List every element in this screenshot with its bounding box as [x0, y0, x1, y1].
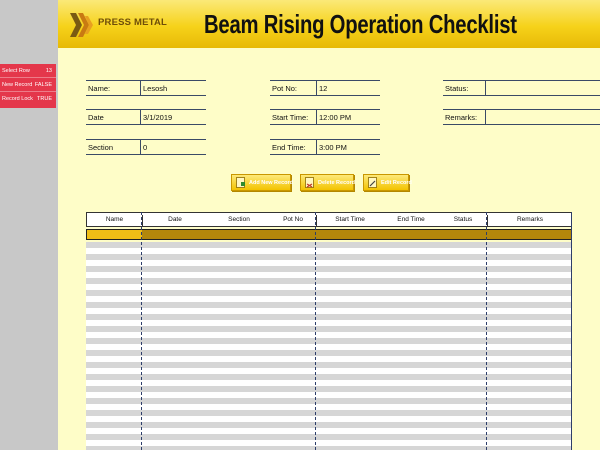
col-gridline — [141, 212, 142, 450]
new-record-value: FALSE — [34, 81, 52, 88]
records-table: Name Date Section Pot No Start Time End … — [86, 212, 600, 450]
delete-record-icon — [305, 177, 314, 188]
record-lock-indicator: Record Lock TRUE — [0, 92, 56, 106]
record-lock-value: TRUE — [37, 96, 52, 102]
delete-record-label: Delete Record — [318, 179, 355, 186]
record-status-panel: Select Row 13 New Record FALSE Record Lo… — [0, 64, 56, 108]
edit-record-button[interactable]: Edit Record — [363, 174, 412, 191]
select-row-value: 13 — [45, 67, 52, 74]
add-new-record-label: Add New Record — [249, 179, 294, 186]
col-gridline — [486, 212, 487, 450]
edit-record-label: Edit Record — [381, 179, 412, 186]
pot-no-field[interactable]: 12 — [317, 80, 380, 96]
col-header-status[interactable]: Status — [439, 213, 487, 226]
press-metal-logo-icon — [70, 13, 93, 37]
logo-text: PRESS METAL — [98, 17, 168, 28]
table-right-border — [571, 212, 572, 450]
col-header-section[interactable]: Section — [209, 213, 269, 226]
col-header-name[interactable]: Name — [87, 213, 142, 226]
col-header-start-time[interactable]: Start Time — [317, 213, 383, 226]
col-header-pot-no[interactable]: Pot No — [271, 213, 315, 226]
record-lock-label: Record Lock — [2, 96, 33, 102]
table-row[interactable] — [86, 446, 572, 450]
table-header: Name Date Section Pot No Start Time End … — [86, 212, 572, 227]
start-time-field[interactable]: 12:00 PM — [317, 109, 380, 125]
checklist-sheet: PRESS METAL Beam Rising Operation Checkl… — [58, 0, 600, 450]
status-field[interactable] — [486, 80, 600, 96]
select-row-label: Select Row — [2, 67, 30, 74]
selected-table-row[interactable] — [86, 229, 572, 240]
name-field[interactable]: Lesosh — [141, 80, 206, 96]
col-header-remarks[interactable]: Remarks — [488, 213, 572, 226]
add-new-record-button[interactable]: Add New Record — [231, 174, 294, 191]
delete-record-button[interactable]: Delete Record — [300, 174, 355, 191]
page-title: Beam Rising Operation Checklist — [204, 9, 517, 39]
end-time-field[interactable]: 3:00 PM — [317, 139, 380, 155]
section-field[interactable]: 0 — [141, 139, 206, 155]
new-record-label: New Record — [2, 81, 33, 88]
selected-row-name-cell[interactable] — [87, 230, 142, 239]
select-row-indicator: Select Row 13 — [0, 64, 56, 78]
edit-record-icon — [368, 177, 377, 188]
header-banner: PRESS METAL Beam Rising Operation Checkl… — [58, 0, 600, 48]
col-header-end-time[interactable]: End Time — [383, 213, 439, 226]
col-header-date[interactable]: Date — [143, 213, 207, 226]
remarks-field[interactable] — [486, 109, 600, 125]
add-record-icon — [236, 177, 245, 188]
date-field[interactable]: 3/1/2019 — [141, 109, 206, 125]
new-record-indicator: New Record FALSE — [0, 78, 56, 92]
col-gridline — [315, 212, 316, 450]
